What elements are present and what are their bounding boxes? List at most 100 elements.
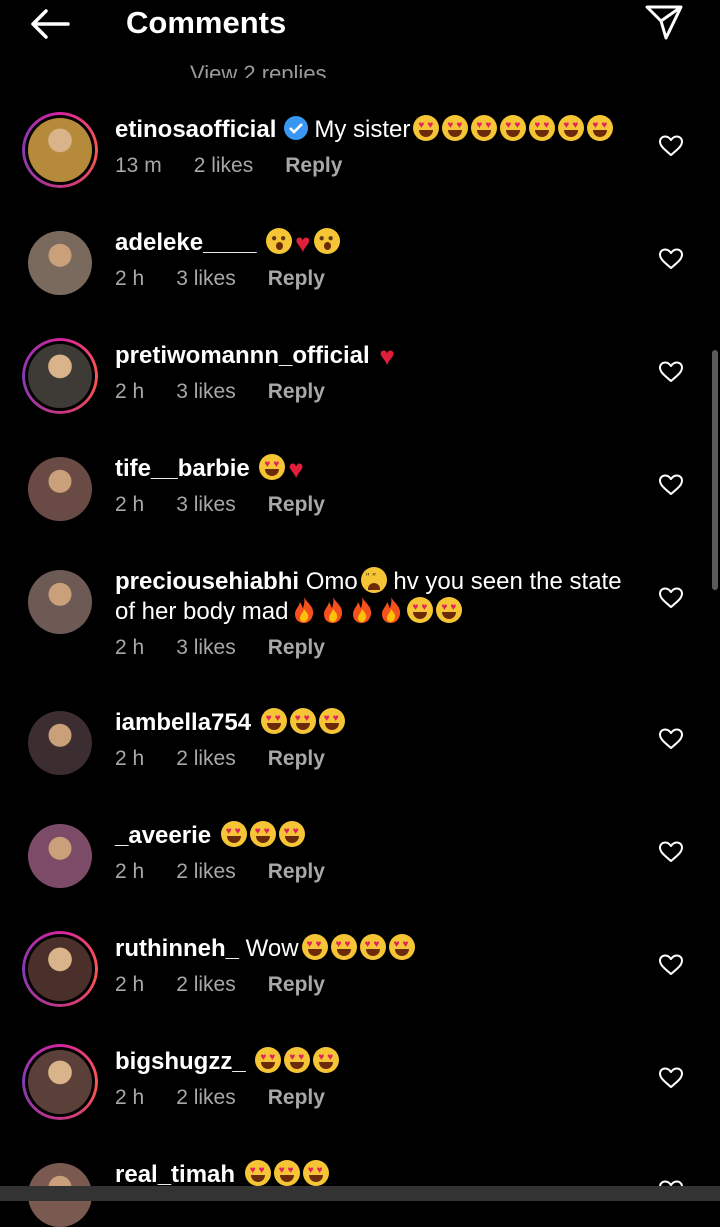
- username-link[interactable]: pretiwomannn_official: [115, 342, 370, 369]
- heart-outline-icon[interactable]: [658, 586, 684, 610]
- heart-eyes-emoji: ♥♥: [436, 597, 463, 623]
- heart-outline-icon[interactable]: [658, 134, 684, 158]
- reply-button[interactable]: Reply: [285, 154, 342, 177]
- comment-meta: 2 h 3 likes Reply: [115, 267, 357, 291]
- likes-count[interactable]: 2 likes: [176, 973, 236, 996]
- avatar[interactable]: [28, 824, 92, 888]
- header-bar: Comments: [0, 0, 720, 52]
- comment-text: etinosaofficial My sister ♥♥ ♥♥ ♥♥ ♥♥ ♥♥ ♥♥ ♥♥: [115, 115, 614, 145]
- heart-eyes-emoji: ♥♥: [442, 115, 469, 141]
- comment-meta: 2 h 3 likes Reply: [115, 380, 357, 404]
- heart-eyes-emoji: ♥♥: [255, 1047, 282, 1073]
- heart-eyes-emoji: ♥♥: [220, 821, 247, 847]
- likes-count[interactable]: 2 likes: [194, 154, 254, 177]
- heart-outline-icon[interactable]: [658, 727, 684, 751]
- timestamp: 2 h: [115, 380, 145, 403]
- view-replies-link[interactable]: View 2 replies: [190, 52, 327, 78]
- username-link[interactable]: ruthinneh_: [115, 935, 239, 962]
- reply-button[interactable]: Reply: [268, 636, 325, 659]
- heart-eyes-emoji: ♥♥: [301, 934, 328, 960]
- comment-text: tife__barbie ♥♥ ♥: [115, 454, 304, 484]
- likes-count[interactable]: 2 likes: [176, 860, 236, 883]
- likes-count[interactable]: 3 likes: [176, 636, 236, 659]
- heart-outline-icon[interactable]: [658, 247, 684, 271]
- heart-outline-icon[interactable]: [658, 473, 684, 497]
- fire-emoji: [324, 597, 343, 623]
- avatar[interactable]: [22, 931, 98, 1007]
- heart-outline-icon[interactable]: [658, 1066, 684, 1090]
- fire-emoji: [295, 597, 314, 623]
- heart-eyes-emoji: ♥♥: [284, 1047, 311, 1073]
- heart-eyes-emoji: ♥♥: [471, 115, 498, 141]
- avatar[interactable]: [28, 570, 92, 634]
- timestamp: 2 h: [115, 636, 145, 659]
- heart-eyes-emoji: ♥♥: [318, 708, 345, 734]
- username-link[interactable]: bigshugzz_: [115, 1048, 246, 1075]
- comment-meta: 2 h 3 likes Reply: [115, 636, 357, 660]
- reply-button[interactable]: Reply: [268, 267, 325, 290]
- heart-eyes-emoji: ♥♥: [388, 934, 415, 960]
- astonished-emoji: ●●: [313, 228, 340, 254]
- paper-plane-icon[interactable]: [644, 2, 684, 42]
- heart-eyes-emoji: ♥♥: [413, 115, 440, 141]
- avatar[interactable]: [22, 112, 98, 188]
- avatar[interactable]: [22, 338, 98, 414]
- heart-eyes-emoji: ♥♥: [278, 821, 305, 847]
- reply-button[interactable]: Reply: [268, 380, 325, 403]
- reply-button[interactable]: Reply: [268, 493, 325, 516]
- red-heart-emoji: ♥: [379, 341, 395, 371]
- astonished-emoji: ●●: [266, 228, 293, 254]
- reply-button[interactable]: Reply: [268, 860, 325, 883]
- comment-text: preciousehiabhi Omo ″″ hv you seen the st…: [115, 567, 622, 597]
- username-link[interactable]: preciousehiabhi: [115, 568, 299, 595]
- heart-eyes-emoji: ♥♥: [302, 1160, 329, 1186]
- heart-eyes-emoji: ♥♥: [289, 708, 316, 734]
- avatar[interactable]: [28, 231, 92, 295]
- username-link[interactable]: tife__barbie: [115, 455, 250, 482]
- likes-count[interactable]: 3 likes: [176, 380, 236, 403]
- heart-eyes-emoji: ♥♥: [500, 115, 527, 141]
- reply-button[interactable]: Reply: [268, 1086, 325, 1109]
- comment-meta: 2 h 2 likes Reply: [115, 860, 357, 884]
- fire-emoji: [353, 597, 372, 623]
- likes-count[interactable]: 2 likes: [176, 747, 236, 770]
- reply-button[interactable]: Reply: [268, 747, 325, 770]
- heart-outline-icon[interactable]: [658, 953, 684, 977]
- heart-eyes-emoji: ♥♥: [273, 1160, 300, 1186]
- heart-eyes-emoji: ♥♥: [249, 821, 276, 847]
- avatar[interactable]: [28, 711, 92, 775]
- bottom-input-bar[interactable]: [0, 1186, 720, 1201]
- heart-outline-icon[interactable]: [658, 840, 684, 864]
- comment-meta: 2 h 3 likes Reply: [115, 493, 357, 517]
- username-link[interactable]: real_timah: [115, 1161, 235, 1188]
- timestamp: 2 h: [115, 973, 145, 996]
- timestamp: 2 h: [115, 493, 145, 516]
- page-title: Comments: [126, 5, 287, 40]
- heart-outline-icon[interactable]: [658, 360, 684, 384]
- heart-eyes-emoji: ♥♥: [313, 1047, 340, 1073]
- timestamp: 13 m: [115, 154, 162, 177]
- red-heart-emoji: ♥: [288, 454, 304, 484]
- avatar[interactable]: [22, 1044, 98, 1120]
- reply-button[interactable]: Reply: [268, 973, 325, 996]
- scrollbar[interactable]: [712, 350, 718, 590]
- likes-count[interactable]: 3 likes: [176, 267, 236, 290]
- heart-eyes-emoji: ♥♥: [359, 934, 386, 960]
- heart-eyes-emoji: ♥♥: [244, 1160, 271, 1186]
- likes-count[interactable]: 3 likes: [176, 493, 236, 516]
- comment-body: of her body mad: [115, 598, 289, 625]
- comment-body: hv you seen the state: [386, 568, 622, 595]
- likes-count[interactable]: 2 likes: [176, 1086, 236, 1109]
- comment-text: pretiwomannn_official ♥: [115, 341, 395, 371]
- comment-text: _aveerie ♥♥ ♥♥ ♥♥: [115, 821, 305, 851]
- username-link[interactable]: iambella754: [115, 709, 251, 736]
- timestamp: 2 h: [115, 1086, 145, 1109]
- username-link[interactable]: adeleke____: [115, 229, 256, 256]
- username-link[interactable]: etinosaofficial: [115, 116, 276, 143]
- comment-body: My sister: [314, 116, 411, 143]
- comment-meta: 2 h 2 likes Reply: [115, 973, 357, 997]
- comment-meta: 13 m 2 likes Reply: [115, 154, 374, 178]
- back-arrow-icon[interactable]: [28, 6, 72, 42]
- avatar[interactable]: [28, 457, 92, 521]
- username-link[interactable]: _aveerie: [115, 822, 211, 849]
